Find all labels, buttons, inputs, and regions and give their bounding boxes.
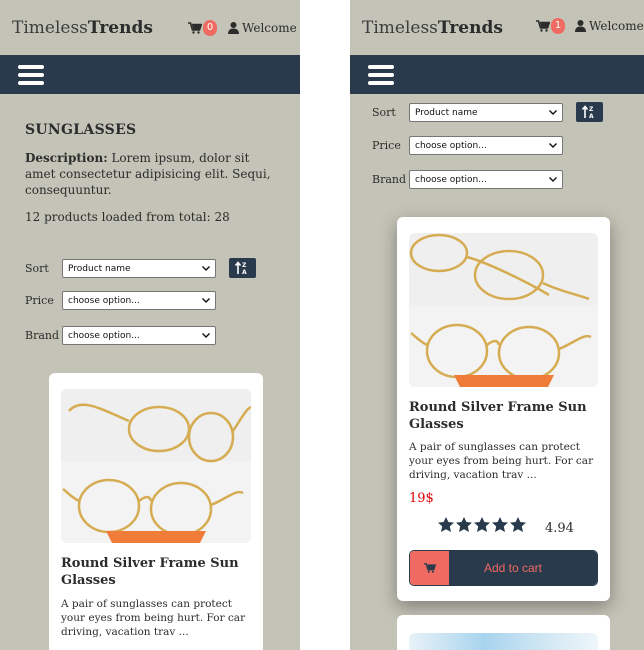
next-product-image[interactable] <box>409 633 598 650</box>
welcome-label: Welcome <box>589 19 644 33</box>
add-to-cart-icon-area[interactable] <box>410 551 449 585</box>
product-image[interactable] <box>61 389 251 543</box>
star-icon <box>438 517 454 532</box>
chevron-down-icon <box>549 177 557 182</box>
product-image[interactable] <box>409 233 598 387</box>
product-description: A pair of sunglasses can protect your ey… <box>61 598 246 638</box>
svg-text:A: A <box>242 269 247 275</box>
sort-alpha-icon: ZA <box>581 105 594 119</box>
cart-count-badge: 0 <box>203 20 217 36</box>
sort-filter-row: Sort Product name <box>25 259 216 278</box>
welcome-label: Welcome <box>242 21 297 35</box>
brand-logo[interactable]: TimelessTrends <box>12 18 153 38</box>
rating-value: 4.94 <box>545 521 574 536</box>
shopping-cart-icon <box>188 22 202 34</box>
top-header: TimelessTrends 0 Welcome <box>0 0 300 55</box>
sort-select[interactable]: Product name <box>409 103 563 122</box>
product-price: 19$ <box>409 491 434 506</box>
user-icon <box>575 20 586 32</box>
shopping-cart-icon <box>536 20 550 32</box>
nav-bar <box>0 55 300 94</box>
brand-logo[interactable]: TimelessTrends <box>362 18 503 38</box>
shopping-cart-icon <box>423 563 436 573</box>
mobile-view-right: TimelessTrends 1 Welcome Sort Product na… <box>350 0 644 650</box>
chevron-down-icon <box>202 298 210 303</box>
product-description: A pair of sunglasses can protect your ey… <box>409 441 594 481</box>
brand-label: Brand <box>372 173 407 186</box>
cart-button[interactable]: 1 <box>536 18 565 34</box>
chevron-down-icon <box>202 333 210 338</box>
sort-direction-button[interactable]: ZA <box>576 102 603 122</box>
sort-alpha-icon: ZA <box>234 261 247 275</box>
user-welcome[interactable]: Welcome <box>575 19 644 33</box>
sort-select[interactable]: Product name <box>62 259 216 278</box>
price-filter-row: Price choose option... <box>372 136 563 155</box>
chevron-down-icon <box>549 110 557 115</box>
product-name[interactable]: Round Silver Frame Sun Glasses <box>61 555 251 589</box>
hamburger-menu-icon[interactable] <box>18 64 44 85</box>
product-card[interactable]: Round Silver Frame Sun Glasses A pair of… <box>397 217 610 601</box>
svg-text:A: A <box>589 113 594 119</box>
brand-label: Brand <box>25 329 60 342</box>
rating-stars <box>438 517 528 532</box>
brand-select[interactable]: choose option... <box>409 170 563 189</box>
svg-text:Z: Z <box>242 262 247 269</box>
product-name[interactable]: Round Silver Frame Sun Glasses <box>409 399 598 433</box>
user-icon <box>228 22 239 34</box>
sort-label: Sort <box>25 262 49 275</box>
price-select[interactable]: choose option... <box>409 136 563 155</box>
mobile-view-left: TimelessTrends 0 Welcome SUNGLASSES Desc… <box>0 0 300 650</box>
top-header: TimelessTrends 1 Welcome <box>350 0 644 55</box>
cart-button[interactable]: 0 <box>188 20 217 36</box>
category-title: SUNGLASSES <box>25 122 137 138</box>
category-description: Description: Lorem ipsum, dolor sit amet… <box>25 151 271 197</box>
user-welcome[interactable]: Welcome <box>228 21 297 35</box>
star-icon <box>456 517 472 532</box>
brand-filter-row: Brand choose option... <box>372 170 563 189</box>
hamburger-menu-icon[interactable] <box>368 64 394 85</box>
sort-direction-button[interactable]: ZA <box>229 258 256 278</box>
cart-count-badge: 1 <box>551 18 565 34</box>
star-icon <box>474 517 490 532</box>
price-filter-row: Price choose option... <box>25 291 216 310</box>
sort-filter-row: Sort Product name <box>372 103 563 122</box>
sort-label: Sort <box>372 106 396 119</box>
next-product-card[interactable] <box>397 615 610 650</box>
star-icon <box>510 517 526 532</box>
price-select[interactable]: choose option... <box>62 291 216 310</box>
price-label: Price <box>25 294 54 307</box>
nav-bar <box>350 55 644 94</box>
price-label: Price <box>372 139 401 152</box>
brand-filter-row: Brand choose option... <box>25 326 216 345</box>
add-to-cart-button[interactable]: Add to cart <box>409 550 598 586</box>
products-loaded-count: 12 products loaded from total: 28 <box>25 210 230 224</box>
chevron-down-icon <box>202 266 210 271</box>
svg-text:Z: Z <box>589 106 594 113</box>
product-card[interactable]: Round Silver Frame Sun Glasses A pair of… <box>49 373 263 650</box>
add-to-cart-label[interactable]: Add to cart <box>449 551 597 585</box>
chevron-down-icon <box>549 143 557 148</box>
brand-select[interactable]: choose option... <box>62 326 216 345</box>
star-icon <box>492 517 508 532</box>
